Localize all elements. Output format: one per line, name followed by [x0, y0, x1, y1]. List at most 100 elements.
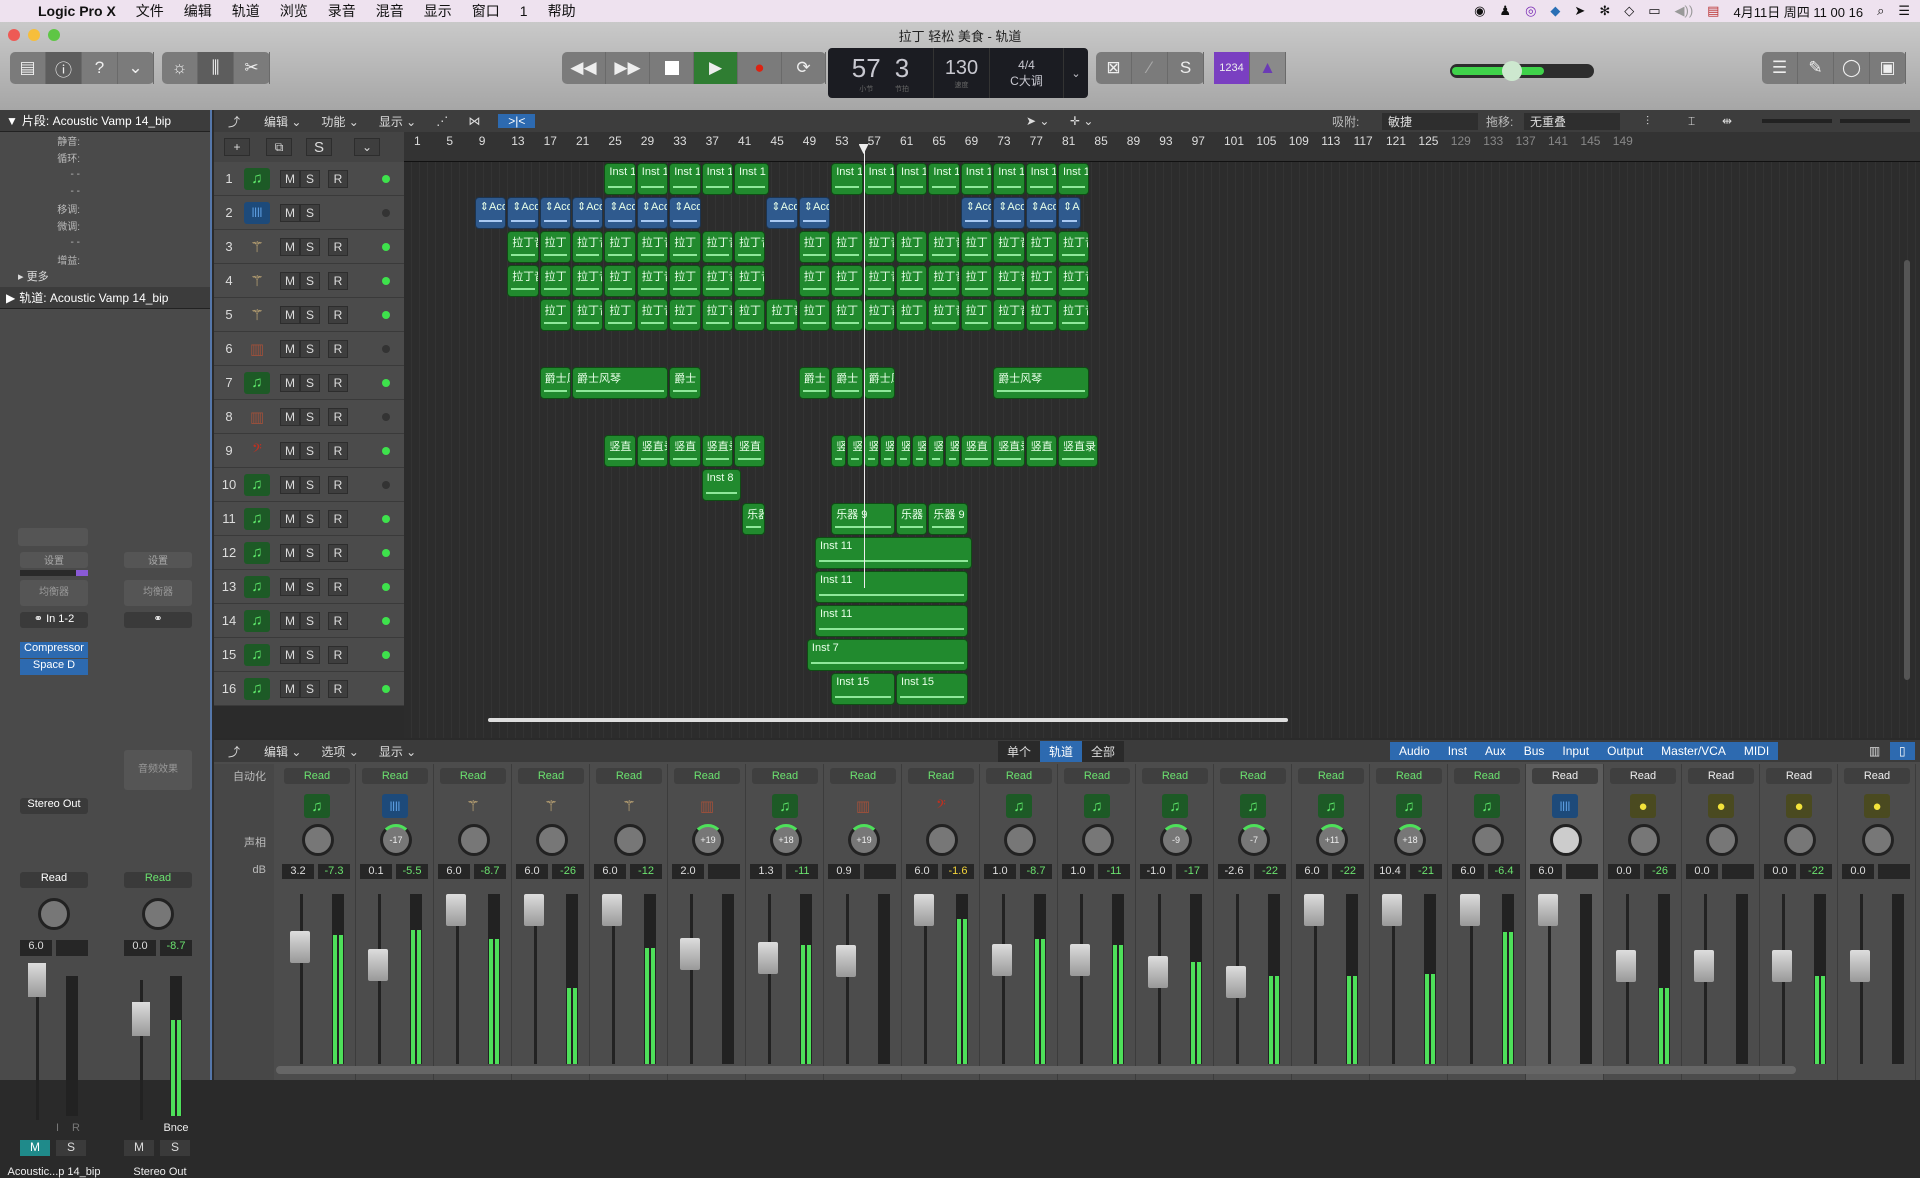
track-solo-button[interactable]: S [300, 373, 320, 392]
volume-fader[interactable] [680, 938, 700, 970]
track-header[interactable]: 10 ♫ M S R [214, 468, 404, 502]
list-editors-button[interactable]: ☰ [1762, 52, 1798, 84]
audio-region[interactable]: ⇕Aco [798, 197, 831, 229]
volume-fader[interactable] [1382, 894, 1402, 926]
solo-button[interactable]: S [1168, 52, 1204, 84]
midi-region[interactable]: Inst 1 [1058, 163, 1090, 195]
global-tracks-button[interactable]: ⌄ [354, 138, 380, 156]
lcd-display[interactable]: 57 小节 3 节拍 130 速度 4/4 C大调 ⌄ [828, 48, 1088, 98]
track-mute-button[interactable]: M [280, 509, 300, 528]
midi-region[interactable]: 竖 [847, 435, 863, 467]
midi-region[interactable]: 拉丁 [604, 299, 636, 331]
midi-region[interactable]: Inst 7 [806, 639, 968, 671]
mixer-menu-options[interactable]: 选项 ⌄ [311, 743, 368, 760]
field-mute[interactable]: 静音: [0, 132, 210, 149]
midi-region[interactable]: 竖直录 [993, 435, 1025, 467]
track-header[interactable]: 4 ⚚ M S R [214, 264, 404, 298]
replace-button[interactable]: ⊠ [1096, 52, 1132, 84]
midi-region[interactable]: 拉丁音 [636, 299, 669, 331]
mixer-scrollbar[interactable] [276, 1066, 1796, 1074]
volume-readout[interactable]: 0.0 [1842, 864, 1874, 879]
track-header[interactable]: 7 ♫ M S R [214, 366, 404, 400]
automation-mode-button[interactable]: Read [284, 768, 350, 784]
track-record-button[interactable]: R [328, 441, 348, 460]
midi-region[interactable]: 爵士 [798, 367, 831, 399]
audio-region[interactable]: ⇕Aco [572, 197, 604, 229]
automation-mode-button[interactable]: Read [1376, 768, 1442, 784]
audio-region[interactable]: ⇕Aco [539, 197, 571, 229]
pan-knob-2[interactable] [142, 898, 174, 930]
browsers-button[interactable]: ▣ [1870, 52, 1906, 84]
solo-button-strip[interactable]: S [56, 1140, 86, 1156]
midi-region[interactable]: 拉丁音 [701, 265, 733, 297]
audio-region[interactable]: ⇕Aco [604, 197, 636, 229]
vertical-zoom-slider[interactable] [1762, 119, 1832, 123]
flag-icon[interactable]: ▤ [1707, 3, 1719, 19]
send-icon[interactable]: ➤ [1574, 3, 1585, 19]
midi-region[interactable]: 拉丁 [539, 231, 571, 263]
track-record-button[interactable]: R [328, 679, 348, 698]
stereo-link-button[interactable]: ⚭ [124, 612, 192, 628]
midi-region[interactable]: 竖直 [960, 435, 993, 467]
automation-mode[interactable]: Read [20, 872, 88, 888]
track-record-button[interactable]: R [328, 611, 348, 630]
midi-region[interactable]: 拉丁音 [507, 265, 539, 297]
track-mute-button[interactable]: M [280, 679, 300, 698]
track-mute-button[interactable]: M [280, 543, 300, 562]
midi-region[interactable]: 拉丁 [960, 299, 993, 331]
track-header[interactable]: 6 ▥ M S R [214, 332, 404, 366]
pointer-tool[interactable]: ➤ ⌄ [1026, 114, 1049, 128]
track-mute-button[interactable]: M [280, 237, 300, 256]
midi-region[interactable]: Inst 1 [960, 163, 993, 195]
menu-functions[interactable]: 功能 ⌄ [311, 113, 368, 130]
track-mute-button[interactable]: M [280, 339, 300, 358]
midi-region[interactable]: Inst 15 [831, 673, 895, 705]
volume-fader[interactable] [1148, 956, 1168, 988]
playhead[interactable] [863, 148, 865, 588]
midi-region[interactable]: 爵士 [669, 367, 701, 399]
editors-button[interactable]: ✂ [234, 52, 270, 84]
midi-region[interactable]: 拉丁 [539, 265, 571, 297]
volume-readout[interactable]: 0.0 [1764, 864, 1796, 879]
record-button[interactable]: ● [738, 52, 782, 84]
midi-region[interactable]: 拉丁 [831, 231, 863, 263]
midi-region[interactable]: Inst 1 [701, 163, 733, 195]
midi-region[interactable]: 拉丁音 [734, 265, 766, 297]
track-mute-button[interactable]: M [280, 645, 300, 664]
track-solo-button[interactable]: S [300, 475, 320, 494]
audio-region[interactable]: ⇕Aco [766, 197, 798, 229]
tuner-button[interactable]: ⁄ [1132, 52, 1168, 84]
midi-region[interactable]: Inst 1 [1025, 163, 1057, 195]
rewind-button[interactable]: ◀◀ [562, 52, 606, 84]
add-track-button[interactable]: + [224, 138, 250, 156]
volume-readout[interactable]: 0.0 [1608, 864, 1640, 879]
filter-bus[interactable]: Bus [1514, 742, 1554, 760]
midi-region[interactable]: 拉丁音 [636, 265, 669, 297]
midi-region[interactable]: 拉丁 [960, 231, 993, 263]
pan-knob[interactable]: -17 [380, 824, 412, 856]
midi-region[interactable]: 乐器 [742, 503, 766, 535]
midi-region[interactable]: 拉丁 [798, 231, 831, 263]
volume-fader[interactable] [1694, 950, 1714, 982]
track-record-button[interactable]: R [328, 645, 348, 664]
plugin-space-designer[interactable]: Space D [20, 659, 88, 675]
duplicate-track-button[interactable]: ⧉ [266, 138, 292, 156]
menu-app[interactable]: Logic Pro X [28, 3, 126, 19]
volume-fader[interactable] [1460, 894, 1480, 926]
track-solo-button[interactable]: S [300, 543, 320, 562]
midi-region[interactable]: 乐器 9 [896, 503, 928, 535]
track-record-button[interactable]: R [328, 543, 348, 562]
volume-readout[interactable]: 6.0 [906, 864, 938, 879]
track-inspector-header[interactable]: ▶ 轨道: Acoustic Vamp 14_bip [0, 287, 210, 309]
volume-fader[interactable] [992, 944, 1012, 976]
automation-mode-button[interactable]: Read [674, 768, 740, 784]
pan-knob[interactable] [926, 824, 958, 856]
volume-fader[interactable] [1070, 944, 1090, 976]
volume-fader[interactable] [836, 944, 856, 977]
track-header[interactable]: 15 ♫ M S R [214, 638, 404, 672]
pan-knob[interactable] [1862, 824, 1894, 856]
vertical-fit-button[interactable]: ⌶ [1688, 114, 1695, 129]
pan-knob[interactable] [536, 824, 568, 856]
midi-region[interactable]: 拉丁音 [993, 231, 1025, 263]
field-flex[interactable]: - - [0, 234, 210, 251]
